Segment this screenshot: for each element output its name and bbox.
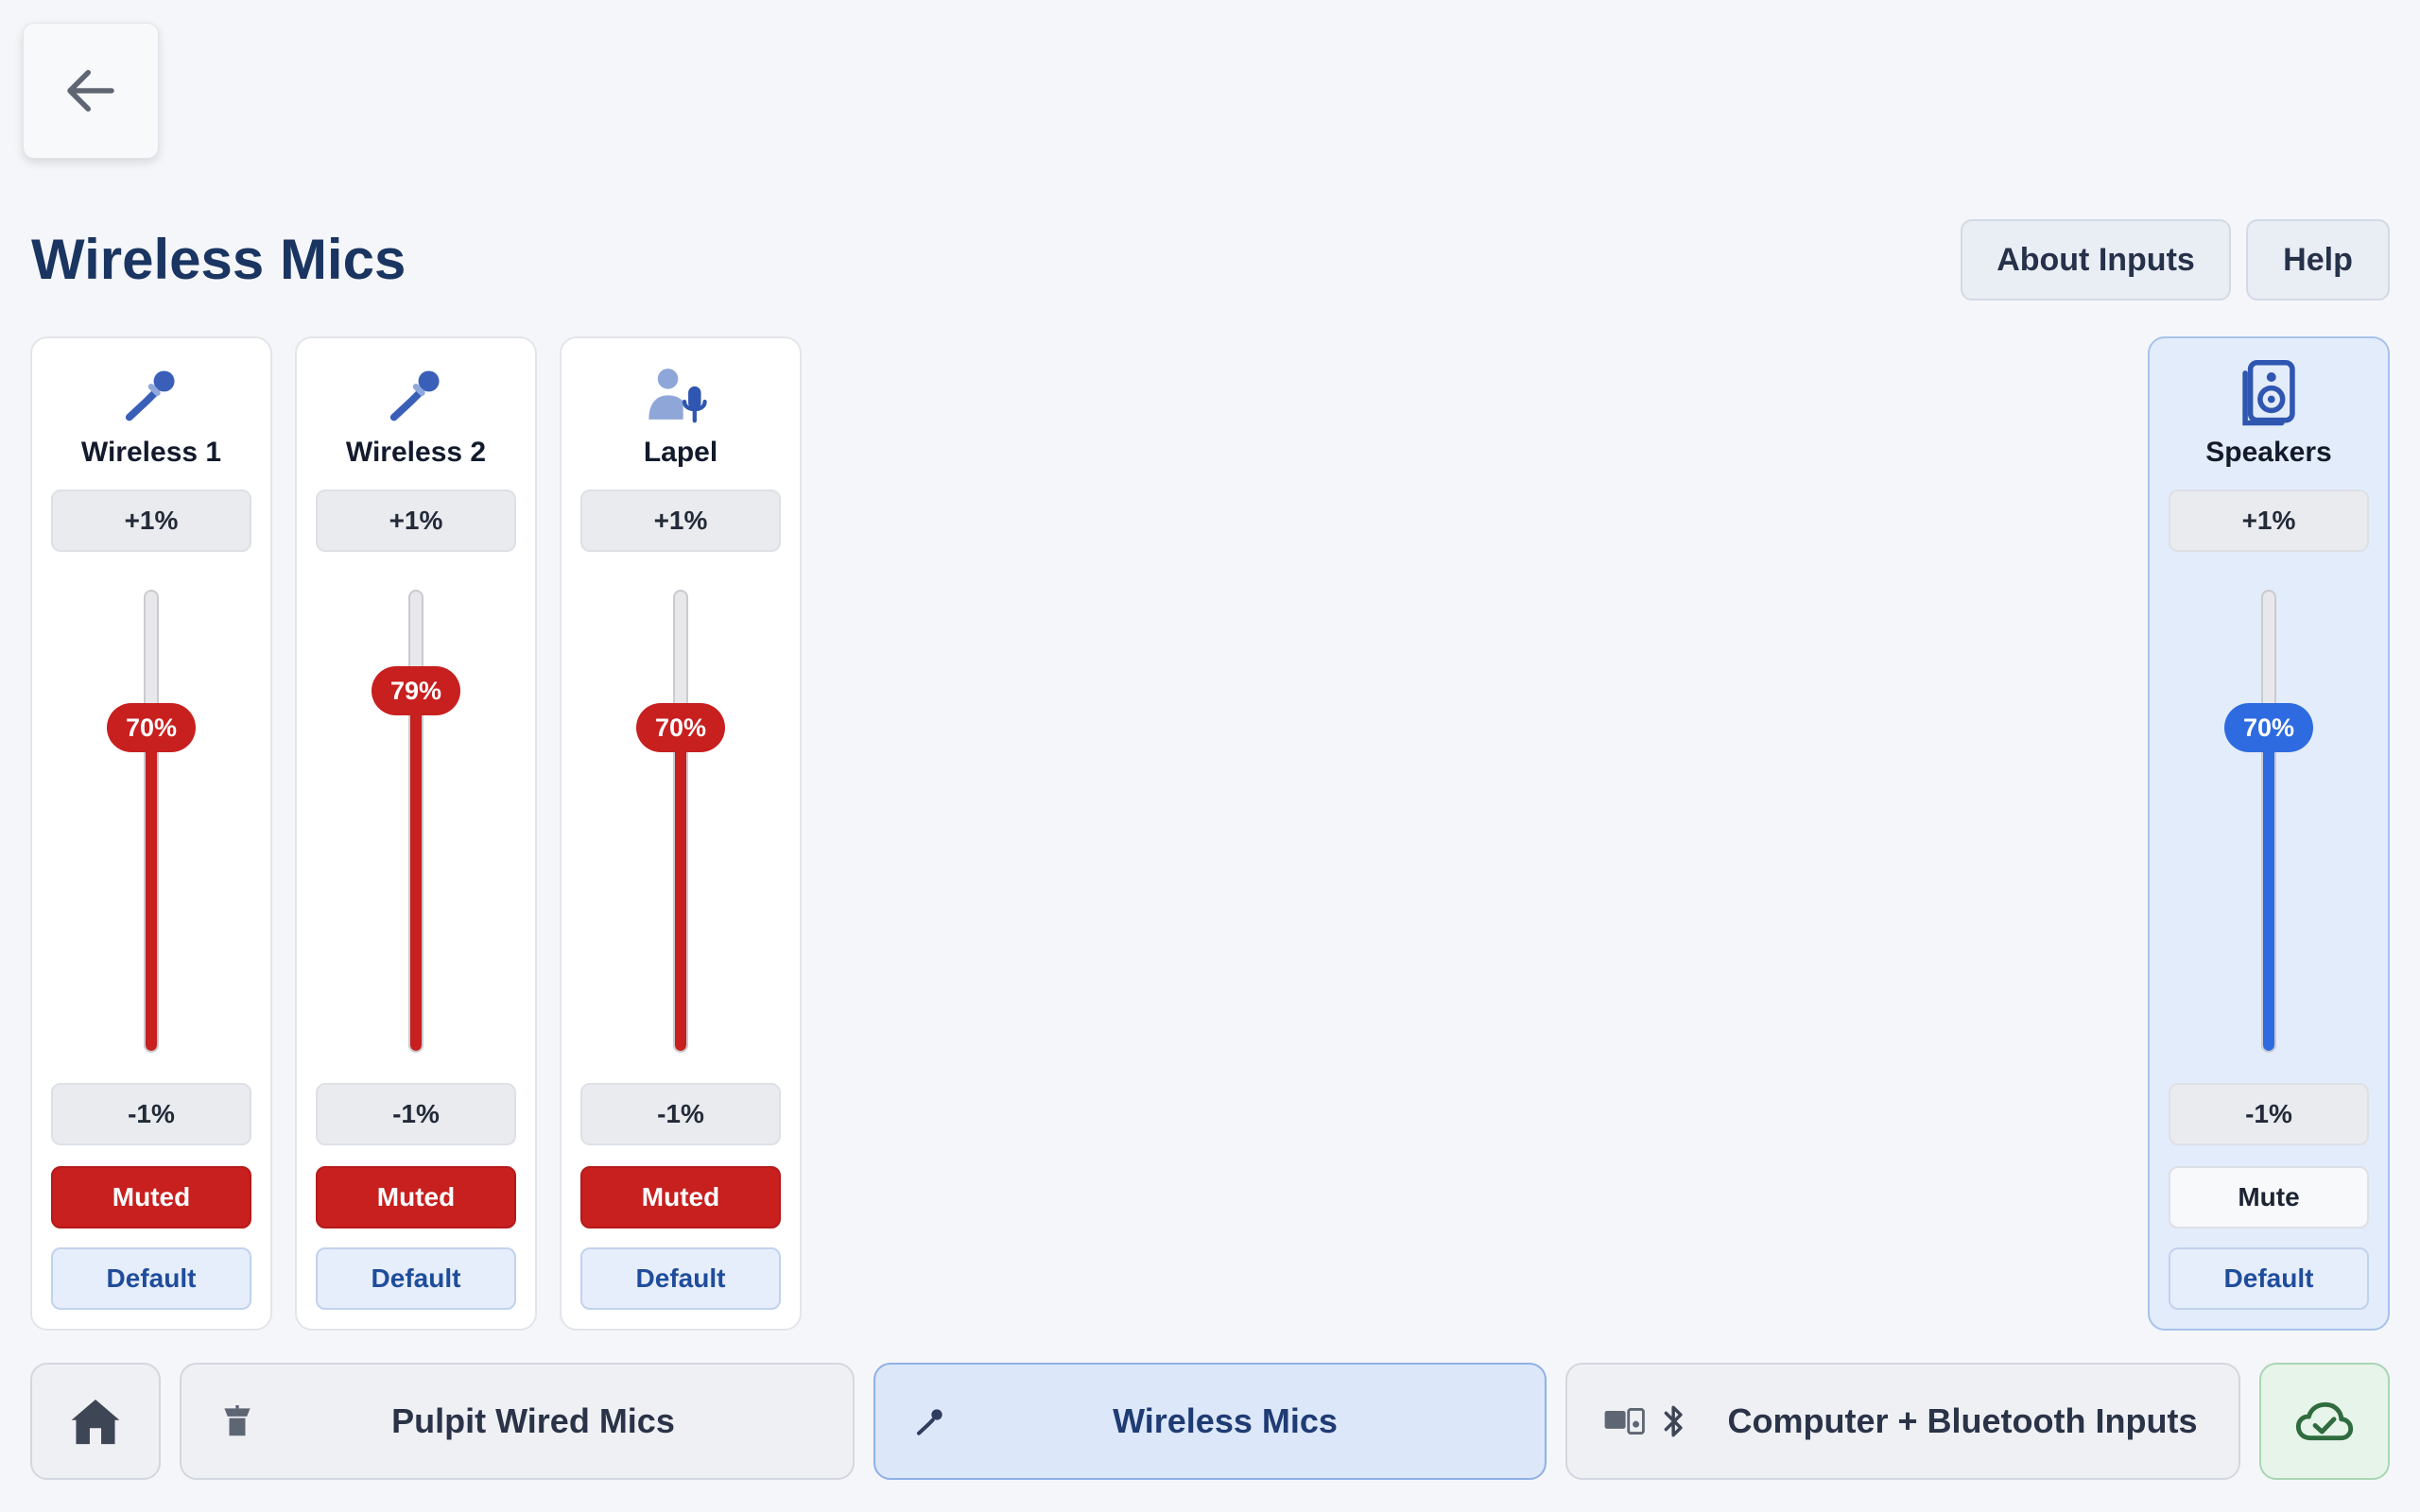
channel-name: Wireless 1 bbox=[80, 437, 222, 468]
nav-label: Wireless Mics bbox=[1113, 1401, 1338, 1440]
mute-button[interactable]: Muted bbox=[316, 1166, 516, 1228]
channel-name: Speakers bbox=[2205, 437, 2332, 468]
home-icon bbox=[68, 1394, 123, 1449]
volume-slider[interactable] bbox=[144, 590, 159, 1053]
about-inputs-button[interactable]: About Inputs bbox=[1961, 219, 2231, 301]
podium-icon bbox=[221, 1403, 253, 1439]
volume-up-button[interactable]: +1% bbox=[580, 490, 781, 552]
cloud-check-icon bbox=[2295, 1398, 2354, 1445]
mute-button[interactable]: Muted bbox=[580, 1166, 781, 1228]
default-button[interactable]: Default bbox=[51, 1247, 251, 1310]
channel-name: Wireless 2 bbox=[345, 437, 487, 468]
nav-computer-bluetooth-inputs[interactable]: Computer + Bluetooth Inputs bbox=[1565, 1363, 2240, 1480]
microphone-icon bbox=[118, 361, 184, 427]
back-button[interactable] bbox=[23, 23, 159, 159]
volume-up-button[interactable]: +1% bbox=[51, 490, 251, 552]
slider-fill bbox=[2263, 726, 2274, 1051]
volume-slider[interactable] bbox=[408, 590, 424, 1053]
slider-thumb[interactable]: 79% bbox=[372, 666, 460, 716]
nav-label: Pulpit Wired Mics bbox=[391, 1401, 675, 1440]
slider-fill bbox=[146, 726, 157, 1051]
nav-wireless-mics[interactable]: Wireless Mics bbox=[873, 1363, 1547, 1480]
volume-slider[interactable] bbox=[2261, 590, 2276, 1053]
slider-thumb[interactable]: 70% bbox=[2224, 703, 2313, 753]
help-button[interactable]: Help bbox=[2246, 219, 2390, 301]
slider-fill bbox=[410, 689, 422, 1051]
nav-pulpit-wired-mics[interactable]: Pulpit Wired Mics bbox=[180, 1363, 855, 1480]
mute-button[interactable]: Mute bbox=[2169, 1166, 2369, 1228]
mute-button[interactable]: Muted bbox=[51, 1166, 251, 1228]
volume-down-button[interactable]: -1% bbox=[51, 1083, 251, 1145]
arrow-left-icon bbox=[67, 70, 114, 112]
channel-strip-wireless-1: Wireless 1 +1% 70% -1% Muted Default bbox=[30, 336, 272, 1331]
default-button[interactable]: Default bbox=[2169, 1247, 2369, 1310]
slider-thumb[interactable]: 70% bbox=[636, 703, 725, 753]
channel-strip-lapel: Lapel +1% 70% -1% Muted Default bbox=[560, 336, 802, 1331]
page-title: Wireless Mics bbox=[31, 228, 406, 291]
volume-down-button[interactable]: -1% bbox=[580, 1083, 781, 1145]
computer-bluetooth-icon bbox=[1603, 1403, 1686, 1439]
volume-up-button[interactable]: +1% bbox=[2169, 490, 2369, 552]
nav-cloud-button[interactable] bbox=[2259, 1363, 2390, 1480]
volume-up-button[interactable]: +1% bbox=[316, 490, 516, 552]
volume-down-button[interactable]: -1% bbox=[2169, 1083, 2369, 1145]
nav-home-button[interactable] bbox=[30, 1363, 161, 1480]
microphone-icon bbox=[383, 361, 449, 427]
slider-fill bbox=[675, 726, 686, 1051]
lapel-mic-person-icon bbox=[648, 361, 714, 427]
volume-down-button[interactable]: -1% bbox=[316, 1083, 516, 1145]
slider-thumb[interactable]: 70% bbox=[107, 703, 196, 753]
microphone-icon bbox=[915, 1406, 945, 1436]
channel-strip-speakers: Speakers +1% 70% -1% Mute Default bbox=[2148, 336, 2390, 1331]
speaker-icon bbox=[2236, 360, 2302, 427]
nav-label: Computer + Bluetooth Inputs bbox=[1727, 1401, 2198, 1440]
default-button[interactable]: Default bbox=[316, 1247, 516, 1310]
channel-strip-wireless-2: Wireless 2 +1% 79% -1% Muted Default bbox=[295, 336, 537, 1331]
channel-name: Lapel bbox=[643, 437, 718, 468]
default-button[interactable]: Default bbox=[580, 1247, 781, 1310]
volume-slider[interactable] bbox=[673, 590, 688, 1053]
